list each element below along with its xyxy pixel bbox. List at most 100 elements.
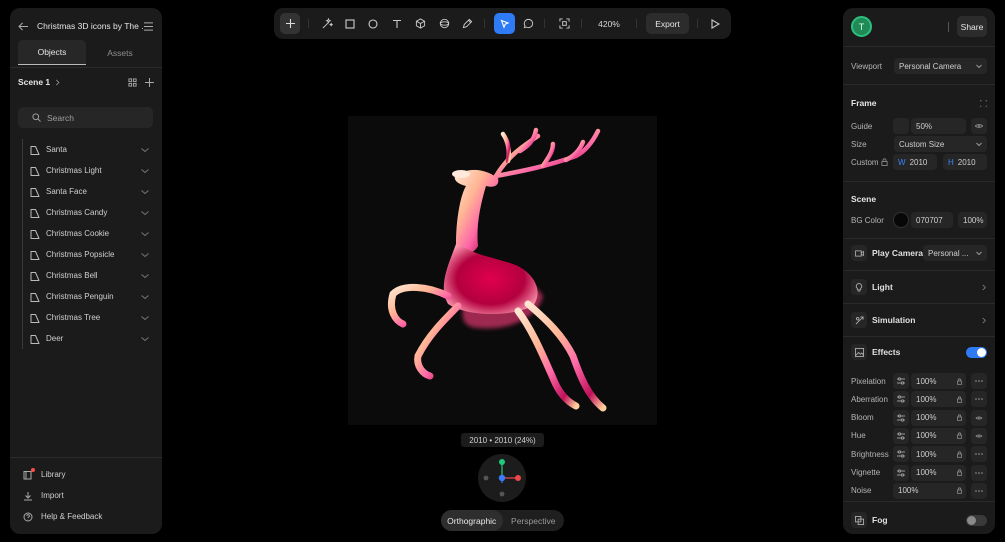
lock-icon [957,414,962,421]
chevron-down-icon[interactable] [141,336,149,342]
chevron-down-icon[interactable] [141,315,149,321]
object-item[interactable]: Deer [22,328,152,349]
object-item[interactable]: Christmas Cookie [22,223,152,244]
play-camera-label: Play Camera [872,248,924,258]
effect-adjust-button[interactable] [893,391,909,408]
effect-options-button[interactable] [971,409,987,426]
effect-adjust-button[interactable] [893,446,909,463]
effect-options-button[interactable] [971,373,987,389]
light-section[interactable]: Light [851,279,987,295]
perspective-button[interactable]: Perspective [503,510,565,531]
import-item[interactable]: Import [10,485,162,506]
add-button[interactable] [280,13,300,34]
z-axis-handle[interactable] [498,474,506,482]
chevron-down-icon[interactable] [141,231,149,237]
x-axis-handle[interactable] [515,475,521,481]
chevron-down-icon[interactable] [141,252,149,258]
scene-selector[interactable]: Scene 1 [18,75,154,89]
effect-value-field[interactable]: 100% [911,391,966,408]
lock-icon [957,377,962,385]
effect-value-field[interactable]: 100% [911,373,966,389]
width-field[interactable]: W 2010 [893,154,937,170]
object-item[interactable]: Christmas Tree [22,307,152,328]
back-arrow-icon[interactable] [18,22,29,31]
effect-value-field[interactable]: 100% [911,464,966,481]
pen-tool[interactable] [457,13,477,34]
grid-icon[interactable] [128,77,137,87]
effect-options-button[interactable] [971,464,987,481]
guide-swatch[interactable] [893,118,909,134]
scene-canvas[interactable] [348,116,657,425]
zoom-level[interactable]: 420% [592,13,626,34]
select-tool[interactable] [494,13,515,34]
effect-value-field[interactable]: 100% [911,446,966,463]
rectangle-tool[interactable] [340,13,360,34]
height-field[interactable]: H 2010 [943,154,987,170]
effects-toggle[interactable] [966,346,987,358]
object-item[interactable]: Santa Face [22,181,152,202]
library-item[interactable]: Library [10,464,162,485]
size-select[interactable]: Custom Size [894,136,987,152]
effect-adjust-button[interactable] [893,464,909,481]
sphere-tool[interactable] [434,13,454,34]
lock-icon[interactable] [881,158,888,166]
object-item[interactable]: Christmas Bell [22,265,152,286]
ellipse-tool[interactable] [363,13,383,34]
effect-adjust-button[interactable] [893,427,909,444]
deer-3d-object[interactable] [348,116,657,425]
fit-frame-icon[interactable] [980,99,987,107]
bg-hex-field[interactable]: 070707 [911,212,953,228]
menu-icon[interactable] [143,21,154,31]
notification-dot [31,467,35,472]
object-item[interactable]: Christmas Candy [22,202,152,223]
chevron-down-icon[interactable] [141,189,149,195]
object-label: Christmas Bell [46,271,98,280]
chevron-down-icon[interactable] [141,273,149,279]
effect-value: 100% [898,486,919,496]
effect-adjust-button[interactable] [893,409,909,426]
object-item[interactable]: Santa [22,139,152,160]
cube-tool[interactable] [410,13,430,34]
effect-value-field[interactable]: 100% [893,482,966,499]
object-item[interactable]: Christmas Popsicle [22,244,152,265]
simulation-section[interactable]: Simulation [851,312,987,328]
effect-options-button[interactable] [971,427,987,444]
tab-assets[interactable]: Assets [86,40,154,65]
effect-value-field[interactable]: 100% [911,427,966,444]
effect-options-button[interactable] [971,482,987,499]
object-item[interactable]: Christmas Penguin [22,286,152,307]
add-scene-icon[interactable] [145,77,154,87]
comment-tool[interactable] [518,13,538,34]
object-item[interactable]: Christmas Light [22,160,152,181]
y-axis-handle[interactable] [499,459,505,465]
chevron-down-icon[interactable] [141,294,149,300]
bg-color-swatch[interactable] [893,212,909,228]
play-button[interactable] [705,13,725,34]
avatar[interactable]: T [851,16,872,37]
text-tool[interactable] [387,13,407,34]
effect-value-field[interactable]: 100% [911,409,966,426]
frame-tool[interactable] [554,13,574,34]
more-icon [975,379,983,383]
guide-field[interactable]: 50% [911,118,966,134]
camera-icon [854,249,864,257]
help-item[interactable]: Help & Feedback [10,506,162,527]
chevron-down-icon[interactable] [141,147,149,153]
chevron-down-icon[interactable] [141,210,149,216]
tab-objects[interactable]: Objects [18,40,86,65]
effect-options-button[interactable] [971,391,987,408]
effect-adjust-button[interactable] [893,373,909,389]
magic-tool[interactable] [317,13,337,34]
bg-opacity-field[interactable]: 100% [958,212,987,228]
viewport-select[interactable]: Personal Camera [894,58,987,74]
orientation-gizmo[interactable] [478,454,526,502]
play-camera-select[interactable]: Personal ... [923,245,988,261]
share-button[interactable]: Share [957,16,987,37]
chevron-down-icon[interactable] [141,168,149,174]
guide-visibility-button[interactable] [971,118,987,134]
effect-options-button[interactable] [971,446,987,463]
export-button[interactable]: Export [646,13,689,34]
fog-toggle[interactable] [966,514,987,526]
search-input[interactable]: Search [18,107,153,128]
orthographic-button[interactable]: Orthographic [441,510,503,531]
